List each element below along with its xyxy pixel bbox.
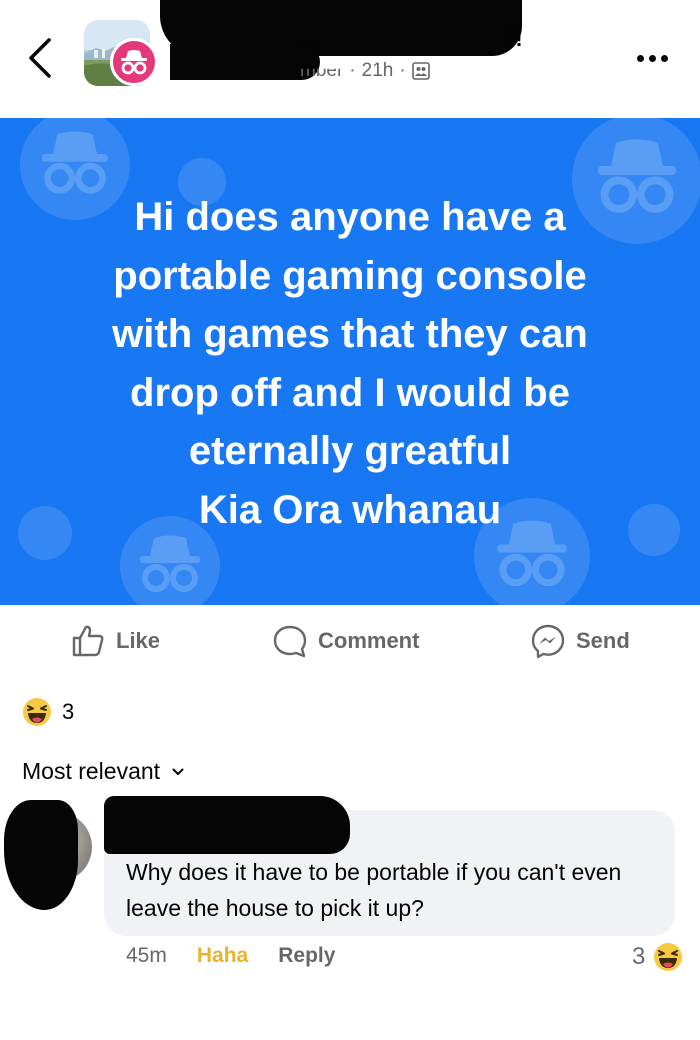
send-label: Send (576, 628, 630, 653)
comment-text: Why does it have to be portable if you c… (126, 859, 622, 921)
comment-bubble-icon (273, 625, 307, 658)
reaction-summary[interactable]: 3 (22, 695, 74, 729)
back-button[interactable] (22, 36, 62, 80)
like-label: Like (116, 628, 161, 653)
comment-reaction-count: 3 (632, 943, 646, 970)
more-options-button[interactable] (630, 40, 674, 76)
reaction-count: 3 (62, 699, 75, 724)
post-text-line: with games that they can (112, 312, 588, 356)
haha-reaction-icon (23, 698, 51, 726)
comment-button[interactable]: Comment (272, 623, 419, 659)
comment-bubble[interactable]: Why does it have to be portable if you c… (104, 796, 675, 936)
haha-reaction-icon (654, 943, 683, 971)
send-button[interactable]: Send (530, 623, 630, 659)
post-text-line: Hi does anyone have a (134, 195, 566, 239)
chevron-left-icon (29, 38, 51, 78)
post-meta: mber · 21h · (300, 60, 430, 82)
comment-haha-button[interactable]: Haha (197, 944, 248, 968)
comment-label: Comment (318, 628, 420, 653)
incognito-icon (121, 50, 147, 75)
post-text: Hi does anyone have a portable gaming co… (30, 188, 670, 539)
chevron-down-icon (172, 768, 184, 775)
anonymous-member-badge (110, 38, 158, 86)
comment-meta: 45m Haha Reply (126, 944, 335, 968)
post-text-line: Kia Ora whanau (198, 487, 502, 532)
post-header: !! mber · 21h · (0, 0, 700, 118)
group-role-label: mber (300, 60, 344, 81)
thumbs-up-icon (72, 625, 104, 657)
like-button[interactable]: Like (70, 623, 160, 659)
members-icon (411, 62, 430, 80)
post-time[interactable]: 21h (362, 60, 394, 82)
comment-sort-dropdown[interactable]: Most relevant (22, 758, 184, 785)
redacted-commenter-avatar (4, 800, 78, 910)
sort-label: Most relevant (22, 758, 161, 784)
post-text-line: portable gaming console (113, 253, 587, 298)
post-text-line: eternally greatful (188, 429, 512, 473)
comment-reaction-summary[interactable]: 3 (632, 942, 683, 972)
more-horizontal-icon (636, 54, 644, 62)
messenger-icon (531, 624, 565, 659)
redacted-author-name-tail (170, 44, 320, 80)
author-name-fragment: !! (508, 26, 523, 51)
post-action-bar: Like Comment Send (0, 605, 700, 677)
comment-time[interactable]: 45m (126, 944, 167, 968)
post-text-line: drop off and I would be (130, 370, 570, 415)
redacted-commenter-name (104, 796, 350, 854)
meta-separator: · (399, 60, 406, 81)
meta-separator: · (349, 60, 356, 81)
post-background-card: Hi does anyone have a portable gaming co… (0, 118, 700, 605)
comment-reply-button[interactable]: Reply (278, 944, 335, 968)
